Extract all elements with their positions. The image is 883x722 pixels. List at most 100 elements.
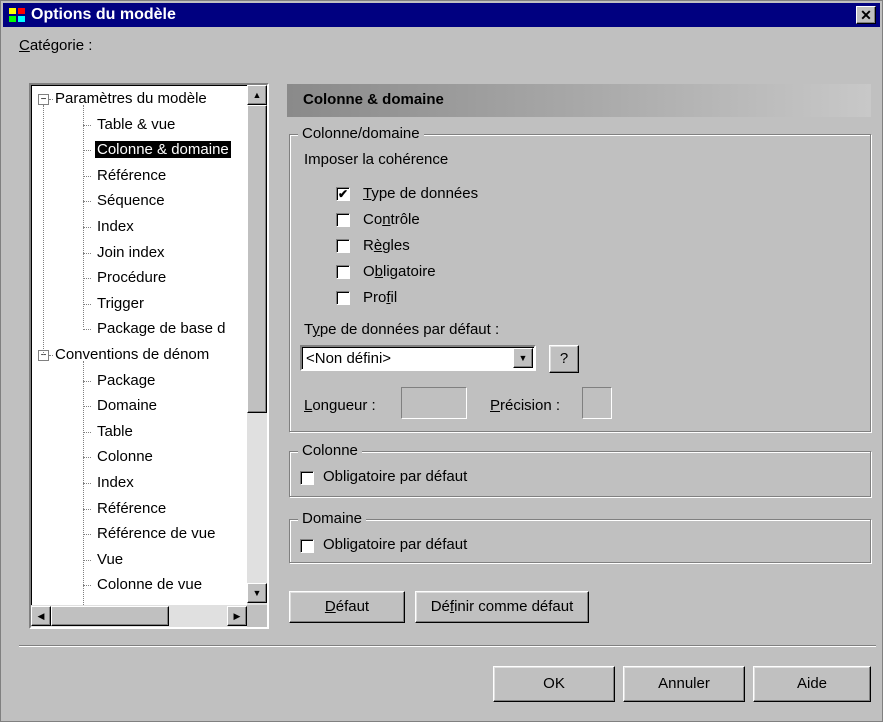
consistency-checkbox[interactable] [336,213,350,227]
close-icon: ✕ [860,7,872,23]
tree-item[interactable]: Colonne [95,445,155,470]
app-icon [9,8,25,22]
tree-item-label: Table & vue [97,115,176,133]
tree-connector [83,361,84,605]
help-button[interactable]: Aide [753,666,871,702]
tree-connector [83,329,91,331]
arrow-down-icon: ▼ [252,588,262,598]
cancel-button[interactable]: Annuler [623,666,745,702]
vertical-scroll-thumb[interactable] [247,105,267,413]
tree-connector [83,457,91,459]
tree-connector [83,483,91,484]
set-as-default-button[interactable]: Définir comme défaut [415,591,589,623]
tree-item[interactable]: Package de base d [95,317,227,342]
domain-mandatory-checkbox[interactable] [300,539,314,553]
horizontal-scroll-thumb[interactable] [51,606,169,626]
tree-connector [83,508,91,510]
tree-item-label: Domaine [97,397,158,415]
column-domain-group: Colonne/domaine [289,125,871,432]
category-label: Catégorie : [19,37,93,54]
consistency-checkbox[interactable] [336,291,350,305]
tree-horizontal-scrollbar[interactable]: ◀ ▶ [31,605,249,627]
tree-item[interactable]: Référence [95,164,168,189]
scroll-down-button[interactable]: ▼ [247,583,267,603]
tree-item[interactable]: Procédure [95,266,168,291]
ok-button[interactable]: OK [493,666,615,702]
tree-item[interactable]: Séquence [95,189,167,214]
tree-item-label: Paramètres du modèle [55,90,207,107]
tree-connector [83,105,84,327]
precision-field[interactable] [582,387,612,419]
tree-vertical-scrollbar[interactable]: ▲ ▼ [247,85,267,605]
tree-item-label: Table [97,422,133,440]
tree-item[interactable]: Conventions de dénom [53,343,211,368]
tree-item-label: Référence de vue [97,525,216,543]
help-type-button[interactable]: ? [549,345,579,373]
tree-connector [83,227,91,228]
tree-item[interactable]: Colonne & domaine [95,138,231,163]
column-mandatory-label: Obligatoire par défaut [323,468,468,485]
arrow-left-icon: ◀ [37,611,45,621]
default-data-type-value: <Non défini> [306,350,392,367]
column-domain-group-title: Colonne/domaine [298,125,424,143]
consistency-checkbox-label: Obligatoire [363,263,436,280]
scroll-up-button[interactable]: ▲ [247,85,267,105]
tree-item-label: Séquence [97,192,165,210]
tree-item-label: Package [97,371,156,389]
tree-item-label: Référence [97,166,167,184]
tree-item-label: Colonne [97,448,153,466]
consistency-checkbox[interactable] [336,265,350,279]
tree-item[interactable]: Colonne de vue [95,573,204,598]
category-tree[interactable]: − Paramètres du modèle Table & vue Colonne … [29,83,269,629]
default-button[interactable]: Défaut [289,591,405,623]
scroll-corner [247,605,267,627]
tree-item-label: Vue [97,550,124,568]
tree-connector [83,278,91,280]
tree-item-label: Index [97,474,134,491]
consistency-checkbox-label: Type de données [363,185,479,202]
title-bar[interactable]: Options du modèle ✕ [3,3,880,27]
tree-item[interactable]: Table [95,420,135,445]
dropdown-button[interactable]: ▼ [513,348,533,368]
tree-connector [83,252,91,254]
close-button[interactable]: ✕ [856,6,876,24]
scroll-right-button[interactable]: ▶ [227,606,247,626]
tree-item[interactable]: Référence de vue [95,522,217,547]
precision-label: Précision : [490,397,561,414]
tree-item[interactable]: Domaine [95,394,159,419]
chevron-down-icon: ▼ [518,353,528,363]
checkmark-icon: ✔ [337,187,349,201]
tree-connector [83,585,91,587]
tree-item[interactable]: Index [95,215,136,240]
impose-consistency-label: Imposer la cohérence [304,151,449,168]
tree-connector [83,303,91,305]
tree-item-label: Index [97,218,134,235]
section-title: Colonne & domaine [303,91,444,108]
tree-item[interactable]: Package [95,369,157,394]
tree-item-label: Colonne de vue [97,576,203,594]
tree-item[interactable]: Table & vue [95,113,177,138]
tree-item[interactable]: Vue [95,548,125,573]
tree-item-label: Colonne & domaine [95,141,231,159]
tree-item[interactable]: Paramètres du modèle [53,87,209,112]
collapse-icon[interactable]: − [38,94,49,105]
tree-item[interactable]: Index [95,471,136,496]
consistency-checkbox[interactable] [336,239,350,253]
tree-item[interactable]: Trigger [95,292,146,317]
column-mandatory-checkbox[interactable] [300,471,314,485]
tree-connector [83,175,91,177]
tree-item-label: Conventions de dénom [55,346,210,363]
tree-item[interactable]: Join index [95,241,167,266]
consistency-checkbox-label: Règles [363,237,410,254]
tree-connector [83,534,91,536]
tree-connector [83,380,91,382]
tree-connector [83,201,91,203]
consistency-checkbox[interactable]: ✔ [336,187,350,201]
tree-item-label: Procédure [97,269,167,287]
length-field[interactable] [401,387,467,419]
options-dialog: Options du modèle ✕ Catégorie : − Paramèt… [0,0,883,722]
default-data-type-select[interactable]: <Non défini> ▼ [300,345,536,371]
tree-item[interactable]: Référence [95,497,168,522]
scroll-left-button[interactable]: ◀ [31,606,51,626]
tree-item-label: Join index [97,243,165,261]
